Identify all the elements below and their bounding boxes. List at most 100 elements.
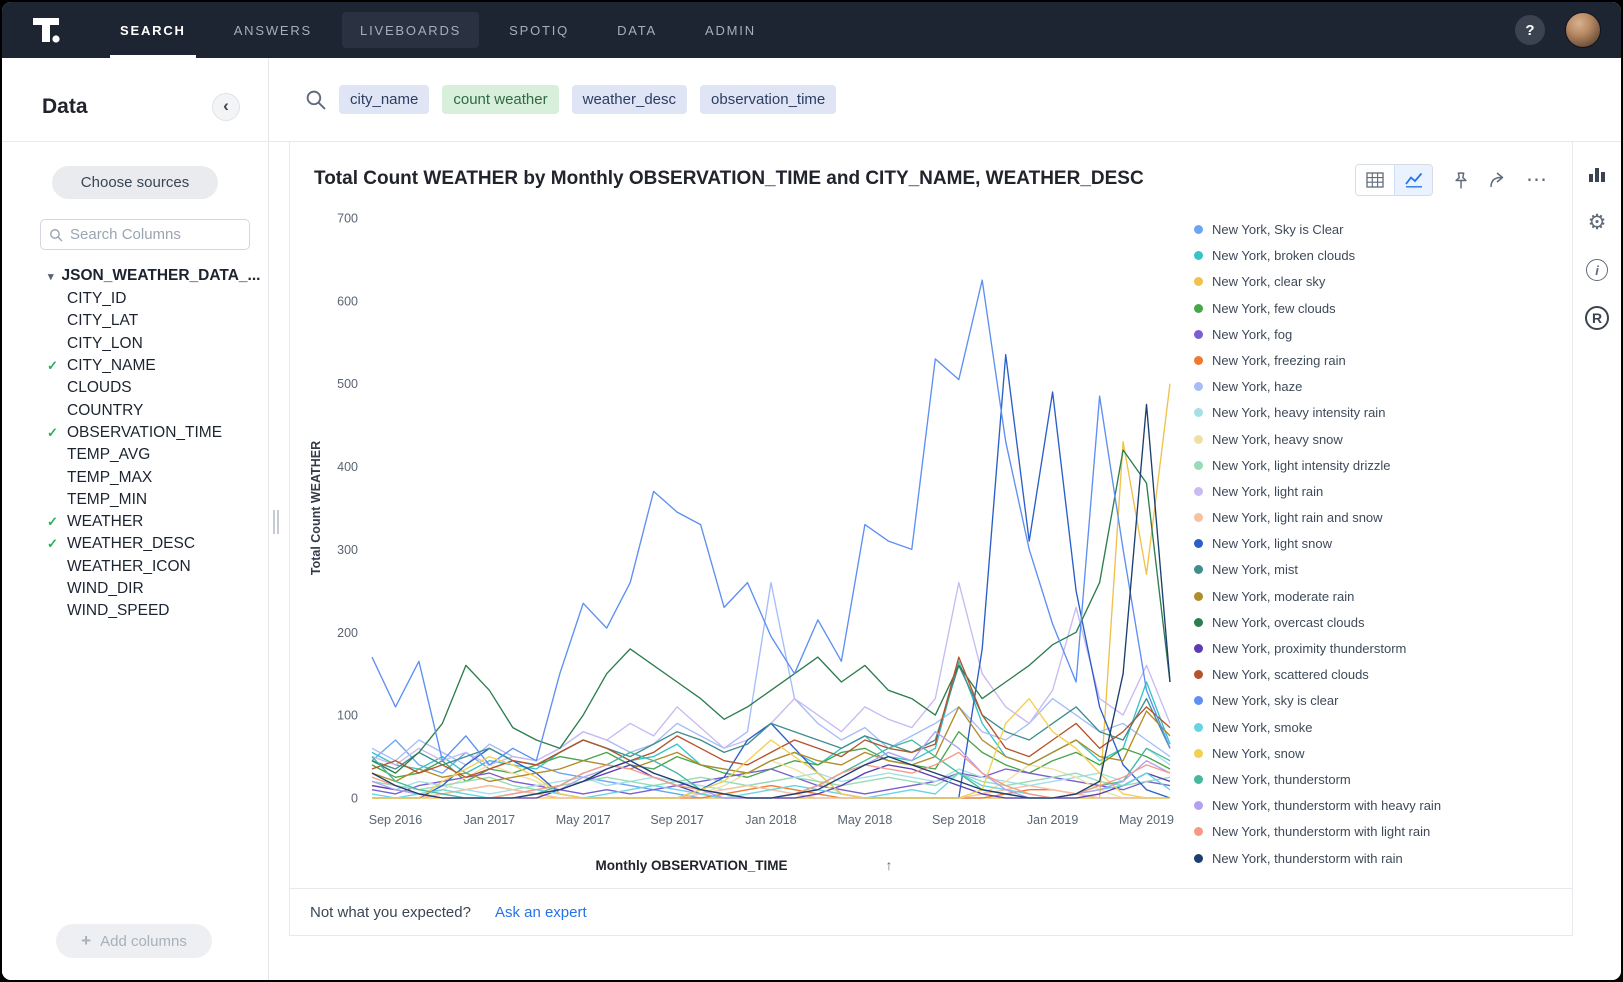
column-clouds[interactable]: CLOUDS bbox=[2, 377, 268, 399]
series-line-new-york-heavy-snow[interactable] bbox=[372, 761, 1170, 798]
answer-card: Total Count WEATHER by Monthly OBSERVATI… bbox=[289, 142, 1573, 936]
legend-dot bbox=[1194, 749, 1203, 758]
column-weather-desc[interactable]: ✓WEATHER_DESC bbox=[2, 533, 268, 555]
column-city-name[interactable]: ✓CITY_NAME bbox=[2, 355, 268, 377]
legend-item-new-york-light-rain-and-snow[interactable]: New York, light rain and snow bbox=[1194, 510, 1484, 525]
series-line-new-york-moderate-rain[interactable] bbox=[372, 707, 1170, 782]
nav-item-admin[interactable]: ADMIN bbox=[681, 2, 780, 58]
answer-row: Total Count WEATHER by Monthly OBSERVATI… bbox=[269, 142, 1621, 980]
column-label: TEMP_AVG bbox=[67, 446, 150, 464]
search-bar[interactable]: city_name count weather weather_desc observ… bbox=[269, 58, 1621, 142]
series-line-new-york-snow[interactable] bbox=[372, 699, 1170, 798]
column-wind-speed[interactable]: WIND_SPEED bbox=[2, 600, 268, 622]
series-line-new-york-light-rain[interactable] bbox=[372, 583, 1170, 765]
column-observation-time[interactable]: ✓OBSERVATION_TIME bbox=[2, 422, 268, 444]
legend-item-new-york-haze[interactable]: New York, haze bbox=[1194, 379, 1484, 394]
details-button[interactable]: i bbox=[1579, 252, 1615, 288]
legend-item-new-york-fog[interactable]: New York, fog bbox=[1194, 327, 1484, 342]
legend-item-new-york-thunderstorm[interactable]: New York, thunderstorm bbox=[1194, 772, 1484, 787]
series-line-new-york-light-rain-and-snow[interactable] bbox=[372, 786, 1170, 798]
legend-dot bbox=[1194, 435, 1203, 444]
chart-view-button[interactable] bbox=[1394, 165, 1432, 195]
legend-item-new-york-heavy-snow[interactable]: New York, heavy snow bbox=[1194, 432, 1484, 447]
column-country[interactable]: COUNTRY bbox=[2, 399, 268, 421]
legend-item-new-york-thunderstorm-with-light-rain[interactable]: New York, thunderstorm with light rain bbox=[1194, 824, 1484, 839]
help-button[interactable]: ? bbox=[1515, 15, 1545, 45]
series-line-new-york-thunderstorm-with-rain[interactable] bbox=[372, 404, 1170, 798]
legend-item-new-york-light-rain[interactable]: New York, light rain bbox=[1194, 484, 1484, 499]
legend-item-new-york-thunderstorm-with-heavy-rain[interactable]: New York, thunderstorm with heavy rain bbox=[1194, 798, 1484, 813]
legend-label: New York, mist bbox=[1212, 562, 1298, 577]
column-city-id[interactable]: CITY_ID bbox=[2, 288, 268, 310]
answer-title: Total Count WEATHER by Monthly OBSERVATI… bbox=[314, 164, 1355, 190]
legend-item-new-york-thunderstorm-with-rain[interactable]: New York, thunderstorm with rain bbox=[1194, 851, 1484, 866]
choose-sources-button[interactable]: Choose sources bbox=[52, 166, 218, 199]
nav-item-liveboards[interactable]: LIVEBOARDS bbox=[342, 12, 479, 48]
x-tick: Jan 2018 bbox=[745, 813, 796, 827]
column-weather[interactable]: ✓WEATHER bbox=[2, 511, 268, 533]
thoughtspot-logo[interactable] bbox=[24, 13, 68, 47]
legend-item-new-york-smoke[interactable]: New York, smoke bbox=[1194, 720, 1484, 735]
column-city-lat[interactable]: CITY_LAT bbox=[2, 310, 268, 332]
legend-item-new-york-mist[interactable]: New York, mist bbox=[1194, 562, 1484, 577]
add-columns-button[interactable]: + Add columns bbox=[56, 924, 212, 958]
series-line-new-york-light-snow[interactable] bbox=[372, 355, 1170, 798]
series-line-new-york-sky-is-clear[interactable] bbox=[372, 280, 1170, 765]
legend-dot bbox=[1194, 827, 1203, 836]
thoughtspot-logo-icon bbox=[29, 13, 63, 47]
legend-label: New York, overcast clouds bbox=[1212, 615, 1364, 630]
more-options-button[interactable]: ⋯ bbox=[1526, 175, 1548, 185]
pin-button[interactable] bbox=[1451, 171, 1470, 190]
legend-item-new-york-broken-clouds[interactable]: New York, broken clouds bbox=[1194, 248, 1484, 263]
search-token-weather-desc[interactable]: weather_desc bbox=[572, 85, 687, 114]
column-wind-dir[interactable]: WIND_DIR bbox=[2, 578, 268, 600]
line-chart[interactable]: 0100200300400500600700Sep 2016Jan 2017Ma… bbox=[304, 202, 1184, 850]
column-city-lon[interactable]: CITY_LON bbox=[2, 333, 268, 355]
legend-label: New York, thunderstorm bbox=[1212, 772, 1351, 787]
legend-item-new-york-scattered-clouds[interactable]: New York, scattered clouds bbox=[1194, 667, 1484, 682]
series-line-new-york-freezing-rain[interactable] bbox=[372, 786, 1170, 798]
nav-item-search[interactable]: SEARCH bbox=[96, 2, 210, 58]
ask-expert-link[interactable]: Ask an expert bbox=[495, 904, 587, 921]
chart-settings-button[interactable]: ⚙ bbox=[1579, 204, 1615, 240]
line-chart-icon bbox=[1405, 172, 1423, 188]
search-token-city-name[interactable]: city_name bbox=[339, 85, 429, 114]
legend-item-new-york-few-clouds[interactable]: New York, few clouds bbox=[1194, 301, 1484, 316]
change-visualization-button[interactable] bbox=[1579, 156, 1615, 192]
search-token-count-weather[interactable]: count weather bbox=[442, 85, 558, 114]
series-line-new-york-scattered-clouds[interactable] bbox=[372, 657, 1170, 777]
search-token-observation-time[interactable]: observation_time bbox=[700, 85, 836, 114]
share-button[interactable] bbox=[1488, 171, 1508, 189]
legend-item-new-york-light-intensity-drizzle[interactable]: New York, light intensity drizzle bbox=[1194, 458, 1484, 473]
nav-item-data[interactable]: DATA bbox=[593, 2, 681, 58]
r-analysis-button[interactable]: R bbox=[1579, 300, 1615, 336]
legend-item-new-york-snow[interactable]: New York, snow bbox=[1194, 746, 1484, 761]
user-avatar[interactable] bbox=[1565, 12, 1601, 48]
legend-item-new-york-light-snow[interactable]: New York, light snow bbox=[1194, 536, 1484, 551]
series-line-new-york-clear-sky[interactable] bbox=[372, 384, 1170, 798]
column-weather-icon[interactable]: WEATHER_ICON bbox=[2, 556, 268, 578]
sidebar-collapse-button[interactable]: ‹ bbox=[212, 93, 240, 121]
sidebar-resize-handle[interactable] bbox=[273, 510, 281, 534]
legend-item-new-york-sky-is-clear[interactable]: New York, sky is clear bbox=[1194, 693, 1484, 708]
column-temp-avg[interactable]: TEMP_AVG bbox=[2, 444, 268, 466]
series-line-new-york-broken-clouds[interactable] bbox=[372, 661, 1170, 773]
legend-item-new-york-sky-is-clear[interactable]: New York, Sky is Clear bbox=[1194, 222, 1484, 237]
nav-item-spotiq[interactable]: SPOTIQ bbox=[485, 2, 593, 58]
series-line-new-york-thunderstorm-with-light-rain[interactable] bbox=[372, 752, 1170, 798]
table-view-button[interactable] bbox=[1356, 165, 1394, 195]
legend-item-new-york-heavy-intensity-rain[interactable]: New York, heavy intensity rain bbox=[1194, 405, 1484, 420]
series-line-new-york-haze[interactable] bbox=[372, 583, 1170, 765]
nav-item-answers[interactable]: ANSWERS bbox=[210, 2, 336, 58]
column-temp-max[interactable]: TEMP_MAX bbox=[2, 466, 268, 488]
legend-item-new-york-overcast-clouds[interactable]: New York, overcast clouds bbox=[1194, 615, 1484, 630]
series-line-new-york-heavy-intensity-rain[interactable] bbox=[372, 748, 1170, 794]
table-node[interactable]: ▾ JSON_WEATHER_DATA_... bbox=[2, 264, 268, 288]
legend-item-new-york-proximity-thunderstorm[interactable]: New York, proximity thunderstorm bbox=[1194, 641, 1484, 656]
sort-ascending-icon[interactable]: ↑ bbox=[886, 857, 893, 873]
legend-item-new-york-clear-sky[interactable]: New York, clear sky bbox=[1194, 274, 1484, 289]
legend-item-new-york-moderate-rain[interactable]: New York, moderate rain bbox=[1194, 589, 1484, 604]
legend-item-new-york-freezing-rain[interactable]: New York, freezing rain bbox=[1194, 353, 1484, 368]
column-search-input[interactable] bbox=[70, 226, 241, 243]
column-temp-min[interactable]: TEMP_MIN bbox=[2, 489, 268, 511]
